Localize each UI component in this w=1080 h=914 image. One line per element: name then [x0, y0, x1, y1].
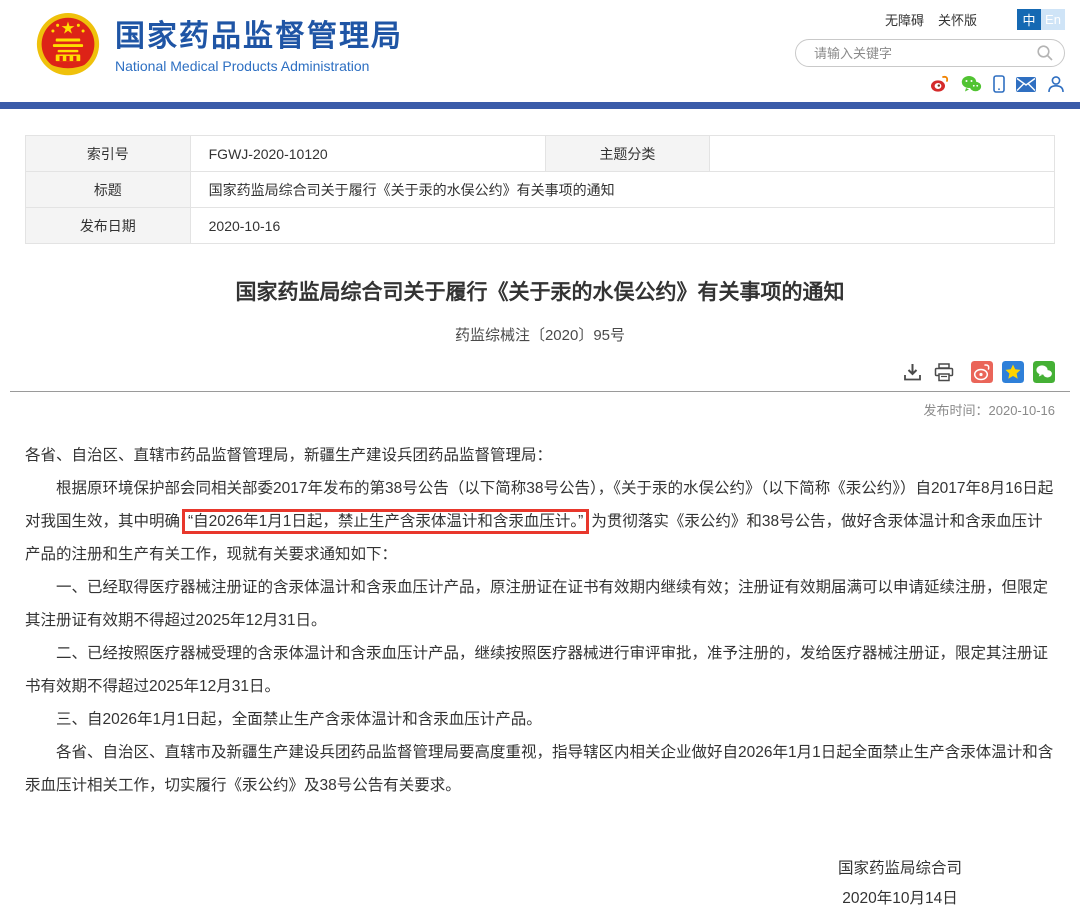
search-input[interactable] — [814, 46, 1036, 61]
date-label: 发布日期 — [26, 208, 191, 244]
publish-time: 发布时间：2020-10-16 — [25, 400, 1055, 419]
site-title: 国家药品监督管理局 — [115, 20, 403, 54]
table-row: 标题 国家药监局综合司关于履行《关于汞的水俣公约》有关事项的通知 — [26, 172, 1055, 208]
signature-date: 2020年10月14日 — [790, 884, 1010, 914]
title-label: 标题 — [26, 172, 191, 208]
wechat-icon[interactable] — [961, 75, 982, 93]
action-toolbar — [25, 361, 1055, 383]
table-row: 发布日期 2020-10-16 — [26, 208, 1055, 244]
share-weibo-icon[interactable] — [971, 361, 993, 383]
signature-block: 国家药监局综合司 2020年10月14日 — [790, 854, 1010, 914]
paragraph-background: 根据原环境保护部会同相关部委2017年发布的第38号公告（以下简称38号公告），… — [25, 472, 1055, 571]
document-number: 药监综械注〔2020〕95号 — [25, 324, 1055, 345]
lang-en-button[interactable]: En — [1041, 9, 1065, 30]
list-item-1: 一、已经取得医疗器械注册证的含汞体温计和含汞血压计产品，原注册证在证书有效期内继… — [25, 571, 1055, 637]
header-utilities: 无障碍 关怀版 中 En — [765, 8, 1065, 93]
weibo-icon[interactable] — [930, 75, 950, 93]
care-version-link[interactable]: 关怀版 — [938, 10, 977, 29]
document-info-table: 索引号 FGWJ-2020-10120 主题分类 标题 国家药监局综合司关于履行… — [25, 135, 1055, 244]
date-value: 2020-10-16 — [190, 208, 1054, 244]
closing-paragraph: 各省、自治区、直辖市及新疆生产建设兵团药品监督管理局要高度重视，指导辖区内相关企… — [25, 736, 1055, 802]
article-body: 各省、自治区、直辖市药品监督管理局，新疆生产建设兵团药品监督管理局： 根据原环境… — [25, 439, 1055, 802]
site-logo[interactable]: 国家药品监督管理局 National Medical Products Admi… — [35, 10, 403, 84]
site-header: 国家药品监督管理局 National Medical Products Admi… — [0, 0, 1080, 102]
list-item-3: 三、自2026年1月1日起，全面禁止生产含汞体温计和含汞血压计产品。 — [25, 703, 1055, 736]
national-emblem-icon — [35, 10, 101, 84]
download-icon[interactable] — [903, 363, 922, 382]
mobile-icon[interactable] — [993, 75, 1005, 93]
highlighted-text: “自2026年1月1日起，禁止生产含汞体温计和含汞血压计。” — [182, 509, 589, 534]
user-icon[interactable] — [1047, 75, 1065, 93]
index-value: FGWJ-2020-10120 — [190, 136, 545, 172]
topic-value — [710, 136, 1055, 172]
salutation: 各省、自治区、直辖市药品监督管理局，新疆生产建设兵团药品监督管理局： — [25, 439, 1055, 472]
divider — [10, 391, 1070, 392]
site-search[interactable] — [795, 39, 1065, 67]
social-links — [765, 75, 1065, 93]
lang-zh-button[interactable]: 中 — [1017, 9, 1041, 30]
accessibility-link[interactable]: 无障碍 — [885, 10, 924, 29]
page-title: 国家药监局综合司关于履行《关于汞的水俣公约》有关事项的通知 — [25, 276, 1055, 306]
index-label: 索引号 — [26, 136, 191, 172]
search-icon[interactable] — [1036, 44, 1054, 62]
nav-bar — [0, 102, 1080, 109]
site-subtitle: National Medical Products Administration — [115, 58, 403, 74]
topic-label: 主题分类 — [545, 136, 710, 172]
title-value: 国家药监局综合司关于履行《关于汞的水俣公约》有关事项的通知 — [190, 172, 1054, 208]
share-wechat-icon[interactable] — [1033, 361, 1055, 383]
print-icon[interactable] — [934, 363, 954, 382]
main-content: 索引号 FGWJ-2020-10120 主题分类 标题 国家药监局综合司关于履行… — [25, 109, 1055, 914]
table-row: 索引号 FGWJ-2020-10120 主题分类 — [26, 136, 1055, 172]
language-toggle: 中 En — [1017, 9, 1065, 30]
list-item-2: 二、已经按照医疗器械受理的含汞体温计和含汞血压计产品，继续按照医疗器械进行审评审… — [25, 637, 1055, 703]
email-icon[interactable] — [1016, 77, 1036, 92]
signature-org: 国家药监局综合司 — [790, 854, 1010, 884]
share-qzone-icon[interactable] — [1002, 361, 1024, 383]
